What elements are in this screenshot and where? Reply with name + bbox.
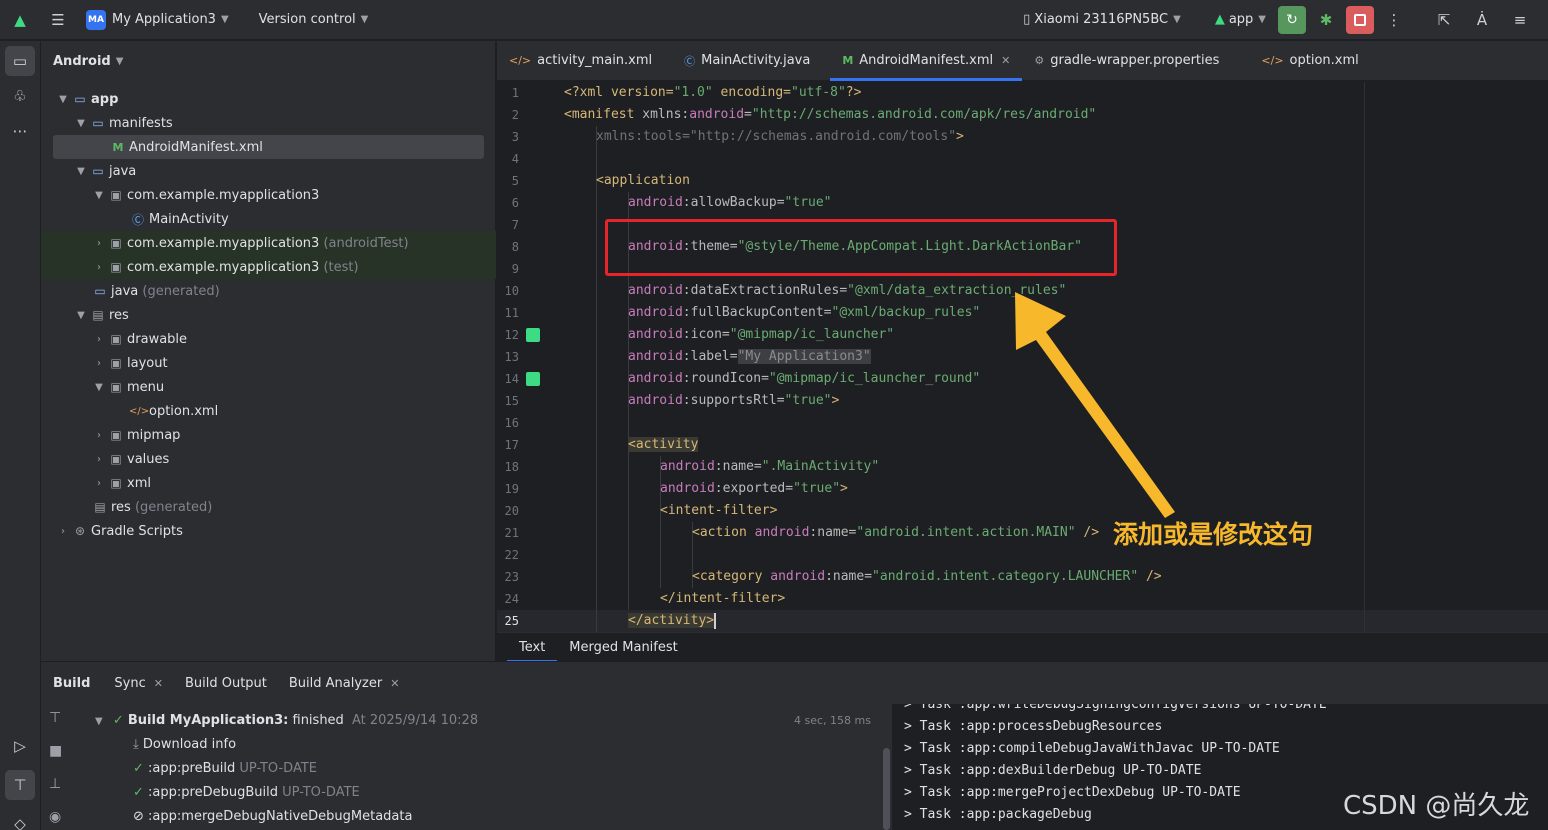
build-task-label: :app:mergeDebugNativeDebugMetadata [148, 809, 413, 824]
pin-icon[interactable]: ⊥ [49, 776, 73, 809]
tab-build-output[interactable]: Build Output [185, 676, 267, 691]
build-root-row[interactable]: ▼ ✓ Build MyApplication3: finished At 20… [95, 709, 478, 733]
chevron-down-icon[interactable]: ▼ [95, 716, 103, 727]
build-task-row[interactable]: ⊘ :app:mergeDebugNativeDebugMetadata [133, 805, 412, 829]
build-task-status: UP-TO-DATE [282, 785, 360, 800]
skipped-icon: ⊘ [133, 809, 144, 824]
log-line: > Task :app:dexBuilderDebug UP-TO-DATE [904, 763, 1202, 778]
build-tree: ⊤ ■ ⊥ ◉ ▼ ✓ Build MyApplication3: finish… [41, 704, 891, 830]
hammer-icon[interactable]: ⊤ [49, 710, 73, 743]
manifest-subtabs: Text Merged Manifest [497, 632, 1548, 662]
build-panel: Build Sync ✕ Build Output Build Analyzer ✕… [41, 661, 1548, 830]
build-task-status: UP-TO-DATE [239, 761, 317, 776]
tab-text[interactable]: Text [507, 633, 558, 662]
log-line: > Task :app:writeDebugSigningConfigVersi… [904, 704, 1327, 712]
build-duration: 4 sec, 158 ms [794, 714, 871, 727]
annotation-text: 添加或是修改这句 [1113, 520, 1314, 549]
log-line: > Task :app:packageDebug [904, 807, 1092, 822]
log-line: > Task :app:compileDebugJavaWithJavac UP… [904, 741, 1280, 756]
build-tree-scrollbar[interactable] [883, 748, 890, 830]
build-root-label: Build MyApplication3: [127, 713, 289, 728]
download-info-row[interactable]: ⤓ Download info [133, 733, 236, 757]
watermark: CSDN @尚久龙 [1343, 791, 1530, 821]
tab-label: Build Analyzer [288, 675, 383, 691]
build-task-row[interactable]: ✓ :app:preDebugBuild UP-TO-DATE [133, 781, 360, 805]
tab-label: Sync [114, 675, 146, 691]
build-task-label: :app:preBuild [148, 761, 236, 776]
tab-build-analyzer[interactable]: Build Analyzer ✕ [289, 676, 400, 691]
check-icon: ✓ [133, 761, 144, 776]
close-icon[interactable]: ✕ [390, 677, 399, 690]
check-icon: ✓ [112, 713, 124, 728]
build-side-toolbar: ⊤ ■ ⊥ ◉ [49, 710, 73, 830]
stop-square-icon[interactable]: ■ [49, 743, 73, 776]
log-line: > Task :app:mergeProjectDexDebug UP-TO-D… [904, 785, 1241, 800]
eye-icon[interactable]: ◉ [49, 809, 73, 830]
tab-label: Build Output [184, 675, 267, 691]
check-icon: ✓ [133, 785, 144, 800]
tab-merged-manifest[interactable]: Merged Manifest [557, 633, 689, 662]
build-root-time: At 2025/9/14 10:28 [351, 713, 479, 728]
build-panel-title: Build [53, 675, 91, 691]
build-root-status: finished [288, 713, 344, 728]
download-icon: ⤓ [133, 737, 139, 752]
close-icon[interactable]: ✕ [154, 677, 163, 690]
tab-sync[interactable]: Sync ✕ [114, 676, 163, 691]
build-header: Build Sync ✕ Build Output Build Analyzer ✕ [41, 662, 1548, 704]
download-info-label: Download info [142, 737, 237, 752]
build-task-row[interactable]: ✓ :app:preBuild UP-TO-DATE [133, 757, 317, 781]
log-line: > Task :app:processDebugResources [904, 719, 1163, 734]
build-task-label: :app:preDebugBuild [148, 785, 278, 800]
